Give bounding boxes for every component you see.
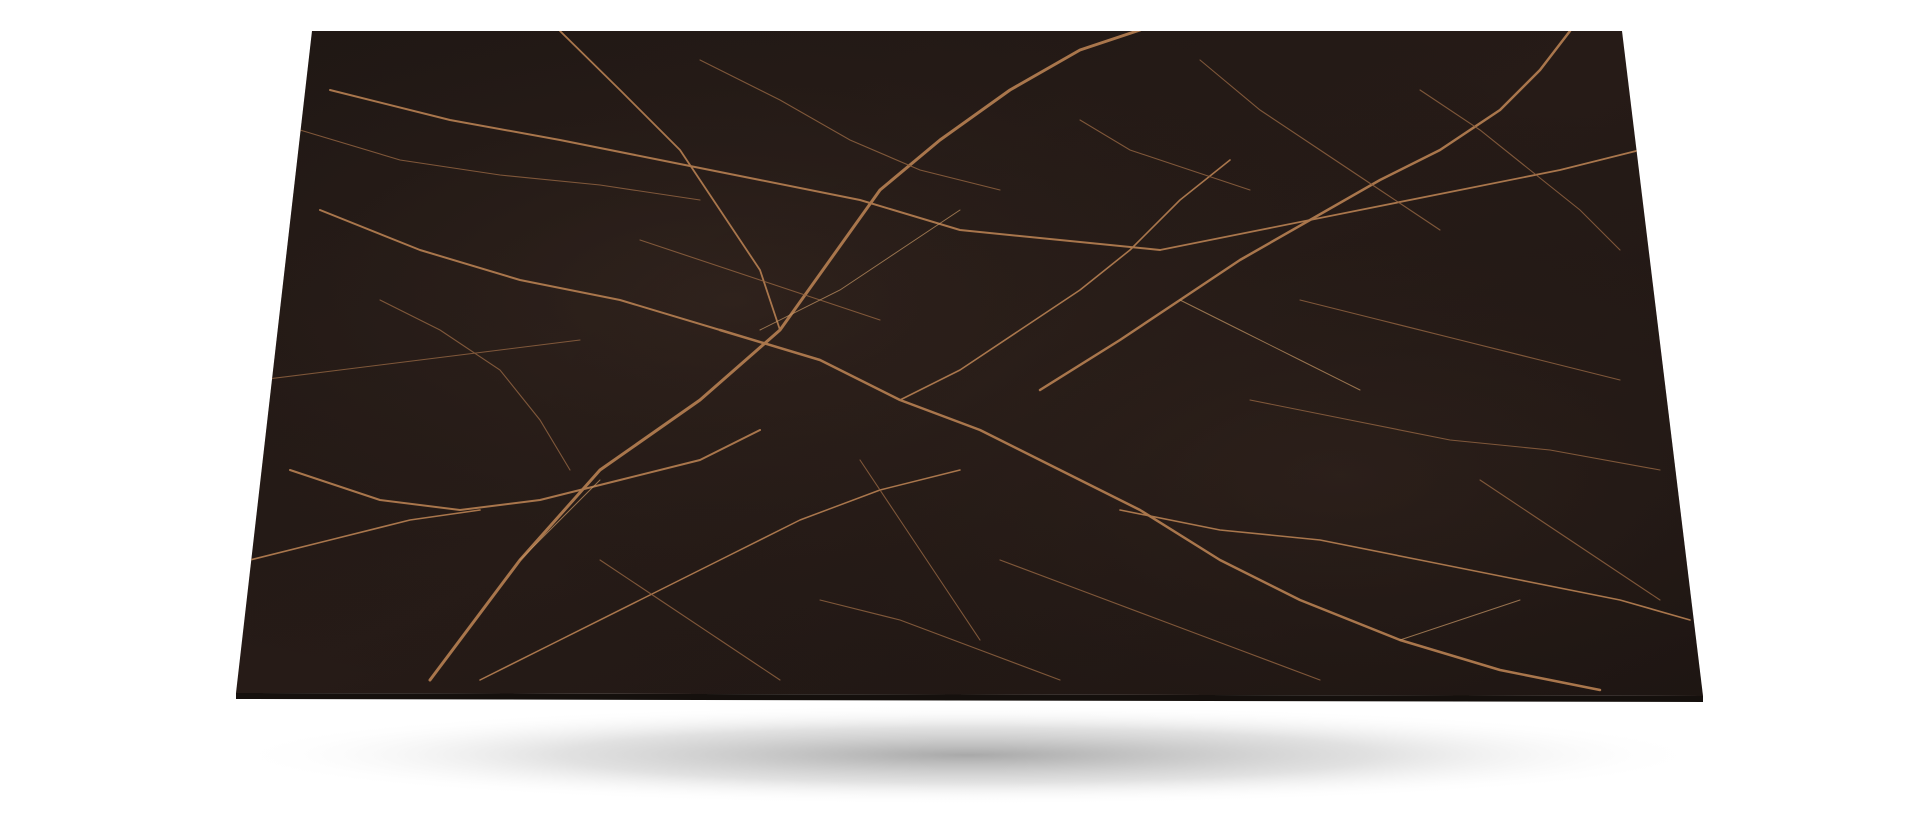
marble-veins	[236, 31, 1703, 696]
product-stage	[0, 0, 1920, 837]
slab-shadow	[228, 705, 1708, 805]
slab-illustration	[228, 31, 1708, 805]
